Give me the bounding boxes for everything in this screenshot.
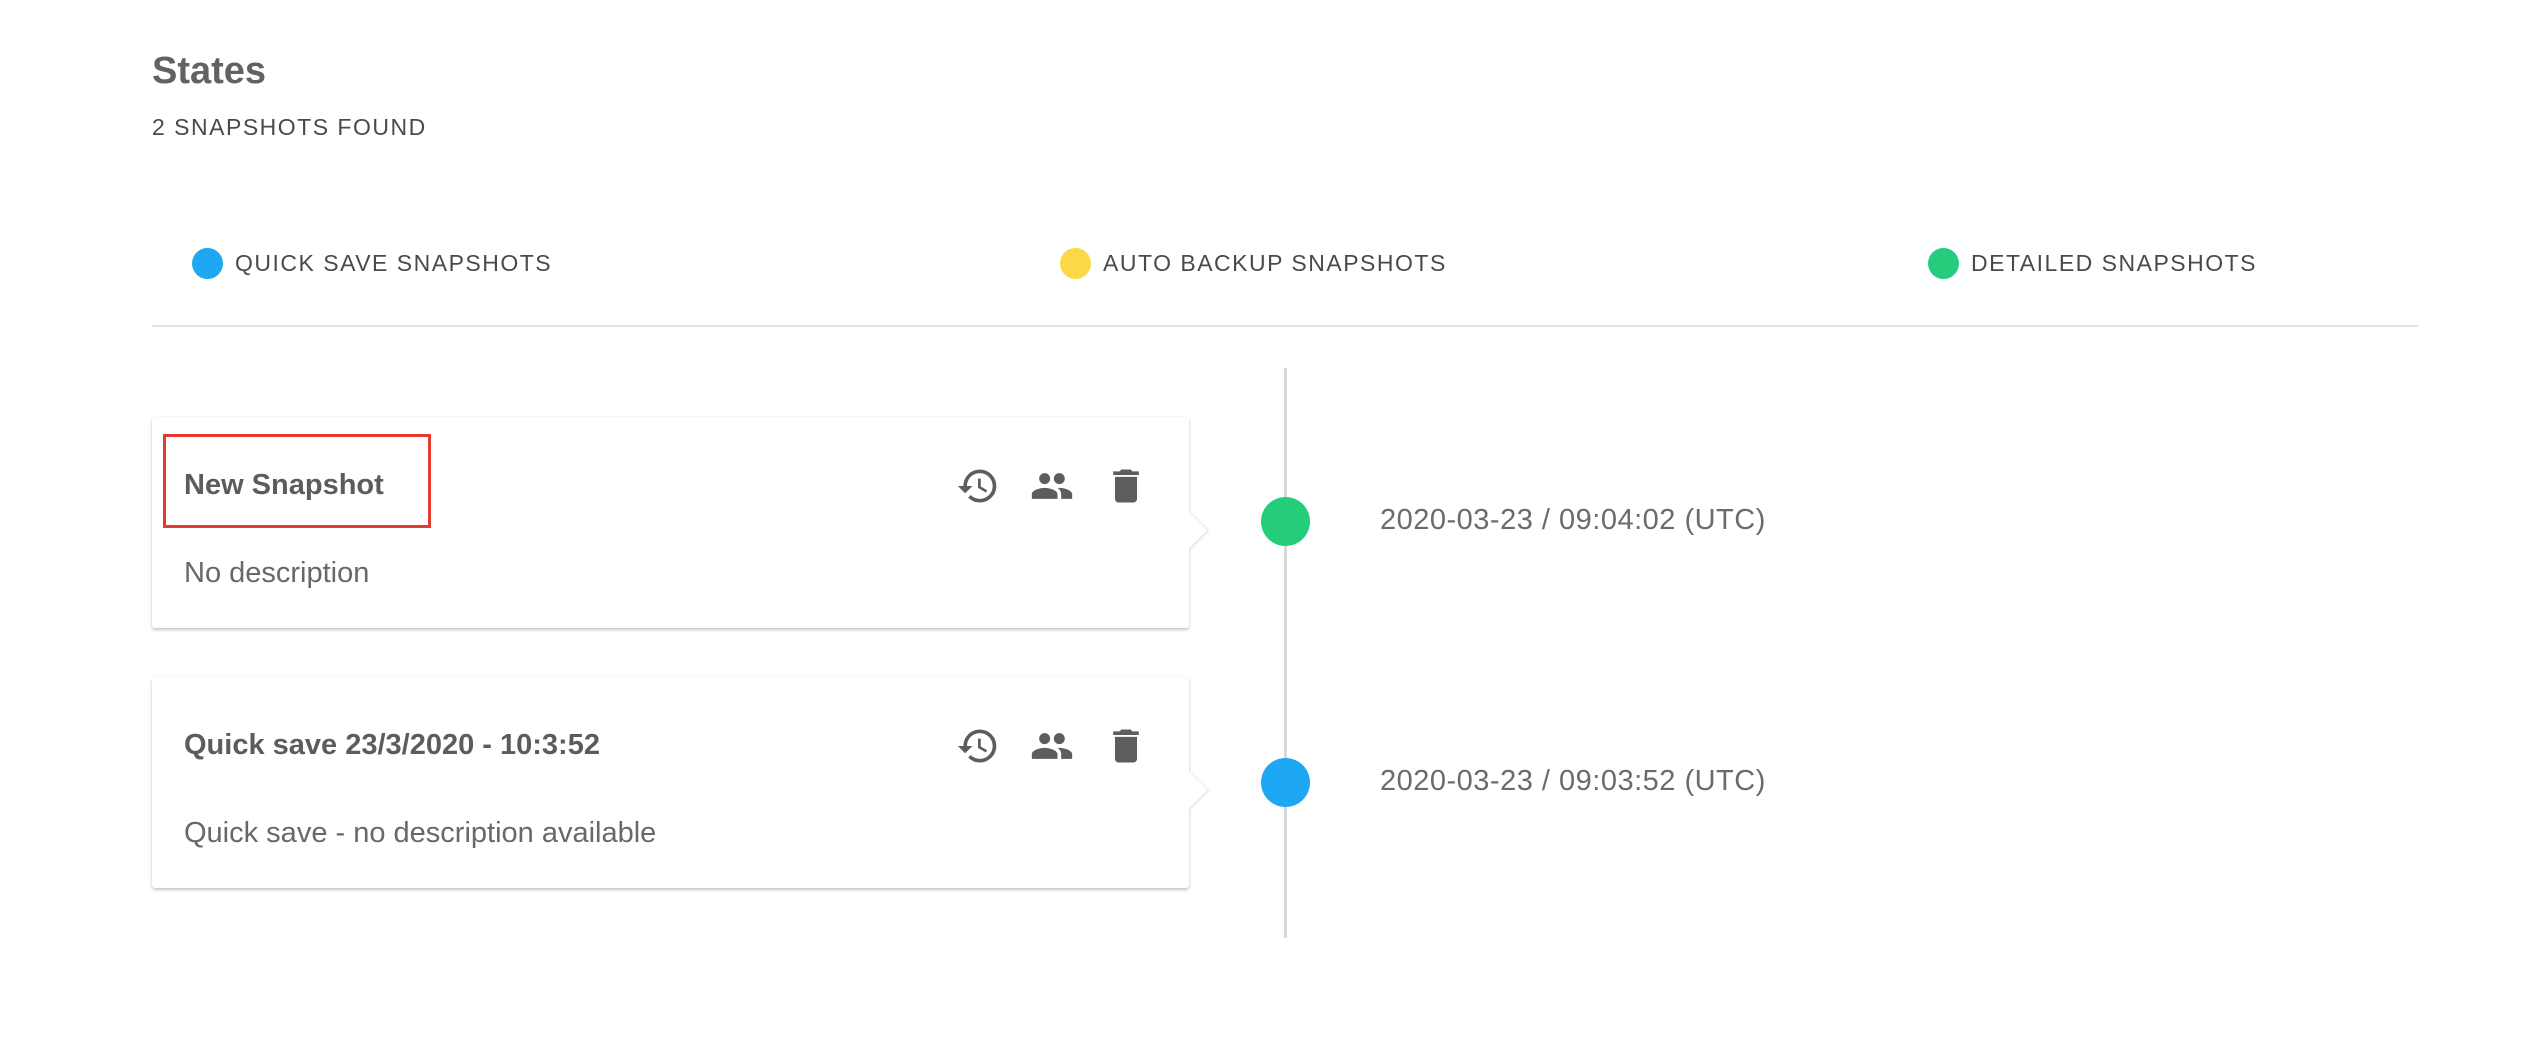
legend-label: AUTO BACKUP SNAPSHOTS (1103, 250, 1447, 276)
auto-backup-dot-icon (1060, 248, 1091, 279)
snapshot-card[interactable]: Quick save 23/3/2020 - 10:3:52 Quick sav… (152, 677, 1208, 888)
legend-quick-save: QUICK SAVE SNAPSHOTS (192, 248, 552, 279)
snapshot-card[interactable]: New Snapshot No description (152, 417, 1208, 628)
people-icon (1031, 733, 1073, 759)
snapshot-timestamp: 2020-03-23 / 09:04:02 (UTC) (1380, 504, 1766, 536)
trash-icon (1113, 729, 1139, 763)
snapshot-count: 2 SNAPSHOTS FOUND (152, 114, 427, 140)
legend-detailed: DETAILED SNAPSHOTS (1928, 248, 2257, 279)
snapshot-actions (955, 463, 1149, 509)
legend: QUICK SAVE SNAPSHOTS AUTO BACKUP SNAPSHO… (0, 248, 2540, 280)
people-icon (1031, 473, 1073, 499)
snapshot-actions (955, 723, 1149, 769)
snapshot-timestamp: 2020-03-23 / 09:03:52 (UTC) (1380, 765, 1766, 797)
snapshot-description: Quick save - no description available (184, 817, 657, 849)
timeline-node-quick-save[interactable] (1261, 758, 1310, 807)
detailed-dot-icon (1928, 248, 1959, 279)
snapshot-description: No description (184, 557, 370, 589)
legend-label: DETAILED SNAPSHOTS (1971, 250, 2258, 276)
legend-label: QUICK SAVE SNAPSHOTS (235, 250, 553, 276)
history-icon (957, 469, 997, 503)
share-button[interactable] (1029, 463, 1075, 509)
page-title: States (152, 50, 267, 92)
snapshot-title[interactable]: Quick save 23/3/2020 - 10:3:52 (184, 729, 600, 762)
legend-auto-backup: AUTO BACKUP SNAPSHOTS (1060, 248, 1447, 279)
restore-button[interactable] (955, 463, 1001, 509)
states-page: States 2 SNAPSHOTS FOUND QUICK SAVE SNAP… (0, 0, 2540, 1050)
delete-button[interactable] (1103, 723, 1149, 769)
timeline-node-detailed[interactable] (1261, 497, 1310, 546)
delete-button[interactable] (1103, 463, 1149, 509)
snapshot-title[interactable]: New Snapshot (184, 469, 384, 502)
divider (152, 325, 2418, 327)
timeline-line (1284, 368, 1287, 938)
trash-icon (1113, 469, 1139, 503)
history-icon (957, 729, 997, 763)
restore-button[interactable] (955, 723, 1001, 769)
quick-save-dot-icon (192, 248, 223, 279)
share-button[interactable] (1029, 723, 1075, 769)
